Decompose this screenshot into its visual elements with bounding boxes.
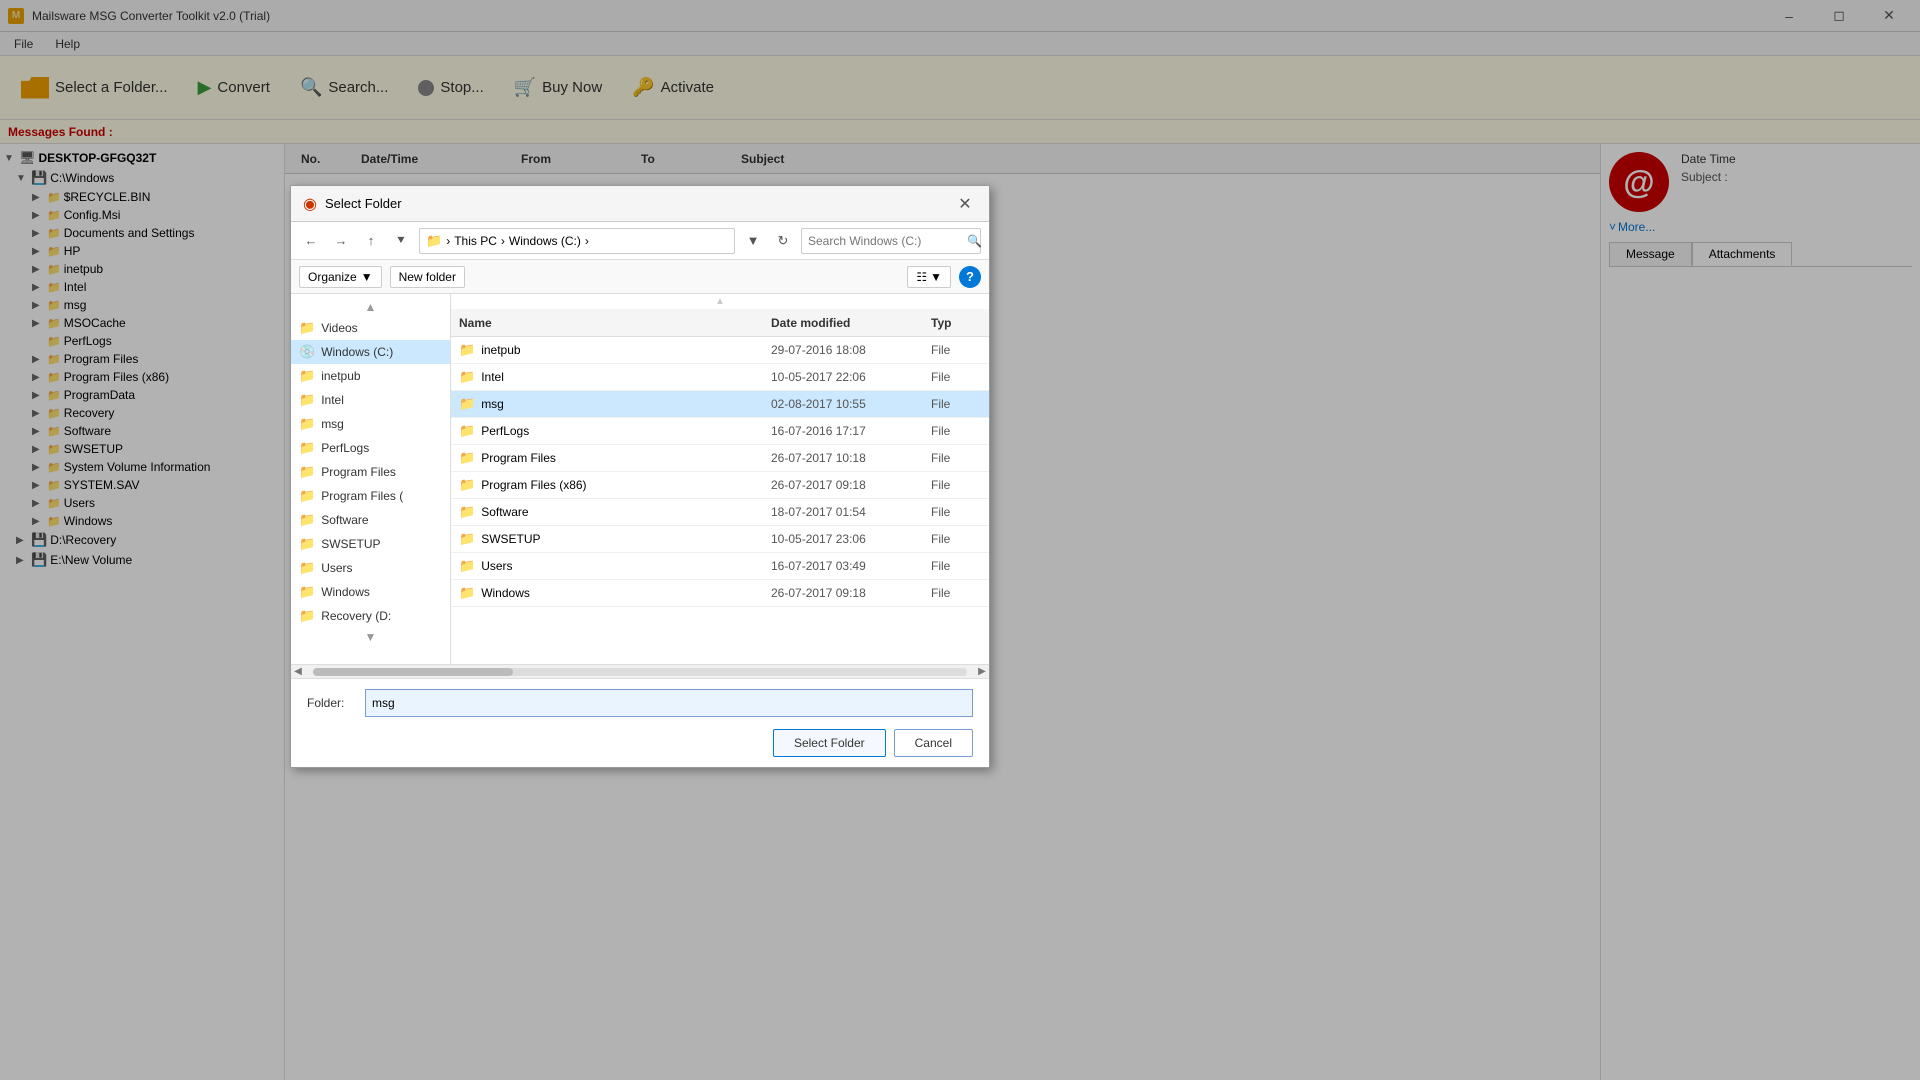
dnav-windowsc[interactable]: 💿 Windows (C:): [291, 340, 450, 364]
folder-icon: 📁: [459, 450, 475, 466]
search-icon: 🔍: [967, 234, 982, 248]
grid-icon: ☷: [916, 270, 927, 284]
folder-label: Folder:: [307, 696, 355, 710]
file-row[interactable]: 📁 Users 16-07-2017 03:49 File: [451, 553, 989, 580]
view-button[interactable]: ☷ ▼: [907, 266, 951, 288]
folder-icon: 📁: [459, 396, 475, 412]
dialog-search-bar: 🔍: [801, 228, 981, 254]
scrollbar-track: [313, 668, 967, 676]
dnav-swsetup[interactable]: 📁 SWSETUP: [291, 532, 450, 556]
file-row-msg[interactable]: 📁 msg 02-08-2017 10:55 File: [451, 391, 989, 418]
dnav-recovery-d[interactable]: 📁 Recovery (D:: [291, 604, 450, 628]
folder-icon: 📁: [459, 531, 475, 547]
folder-input-row: Folder:: [307, 689, 973, 717]
folder-icon: 📁: [299, 464, 315, 480]
file-list-header: Name Date modified Typ: [451, 309, 989, 337]
dialog-footer: Folder: Select Folder Cancel: [291, 678, 989, 767]
folder-icon: 📁: [299, 512, 315, 528]
folder-icon: 📁: [299, 584, 315, 600]
file-row[interactable]: 📁 Program Files 26-07-2017 10:18 File: [451, 445, 989, 472]
folder-icon: 📁: [459, 342, 475, 358]
folder-tree-icon: 📁: [426, 233, 442, 249]
chevron-down-icon: ▼: [930, 270, 942, 284]
dnav-programfiles-x86[interactable]: 📁 Program Files (: [291, 484, 450, 508]
folder-icon: 📁: [459, 558, 475, 574]
scroll-down-indicator: ▼: [291, 628, 450, 646]
file-list-scroll-up: ▲: [451, 294, 989, 309]
bc-this-pc: ›: [446, 234, 450, 248]
folder-icon: 📁: [459, 504, 475, 520]
file-row[interactable]: 📁 Windows 26-07-2017 09:18 File: [451, 580, 989, 607]
folder-icon: 📁: [299, 488, 315, 504]
dnav-users[interactable]: 📁 Users: [291, 556, 450, 580]
file-list: ▲ Name Date modified Typ 📁 inetpub 29-07…: [451, 294, 989, 664]
cancel-button[interactable]: Cancel: [894, 729, 973, 757]
folder-icon: 📁: [459, 585, 475, 601]
file-row[interactable]: 📁 PerfLogs 16-07-2016 17:17 File: [451, 418, 989, 445]
folder-icon: 📁: [299, 560, 315, 576]
scroll-up-indicator: ▲: [291, 298, 450, 316]
bc-sep-2: ›: [585, 234, 589, 248]
folder-icon: 📁: [459, 477, 475, 493]
dialog-logo-icon: ◉: [303, 194, 317, 214]
nav-back-button[interactable]: ←: [299, 229, 323, 253]
col-date: Date modified: [771, 316, 931, 330]
scroll-left-arrow[interactable]: ◀: [291, 666, 305, 677]
dialog-search-input[interactable]: [808, 234, 963, 248]
folder-icon: 📁: [459, 369, 475, 385]
col-name: Name: [459, 316, 771, 330]
dnav-msg[interactable]: 📁 msg: [291, 412, 450, 436]
folder-icon: 📁: [299, 536, 315, 552]
dnav-software[interactable]: 📁 Software: [291, 508, 450, 532]
drive-icon: 💿: [299, 344, 315, 360]
file-row[interactable]: 📁 inetpub 29-07-2016 18:08 File: [451, 337, 989, 364]
scrollbar-thumb[interactable]: [313, 668, 513, 676]
dialog-button-row: Select Folder Cancel: [307, 729, 973, 757]
col-type: Typ: [931, 316, 981, 330]
file-row[interactable]: 📁 Software 18-07-2017 01:54 File: [451, 499, 989, 526]
bc-sep-1: ›: [501, 234, 505, 248]
dnav-programfiles[interactable]: 📁 Program Files: [291, 460, 450, 484]
chevron-down-icon: ▼: [361, 270, 373, 284]
folder-icon: 📁: [299, 440, 315, 456]
nav-up-button[interactable]: ↑: [359, 229, 383, 253]
nav-recent-button[interactable]: ⯆: [389, 229, 413, 253]
dnav-perflogs[interactable]: 📁 PerfLogs: [291, 436, 450, 460]
folder-icon: 📁: [299, 368, 315, 384]
scroll-right-arrow[interactable]: ▶: [975, 666, 989, 677]
new-folder-button[interactable]: New folder: [390, 266, 465, 288]
dialog-title: ◉ Select Folder: [303, 194, 402, 214]
bc-dropdown-button[interactable]: ▼: [741, 229, 765, 253]
dnav-inetpub[interactable]: 📁 inetpub: [291, 364, 450, 388]
dialog-nav: ▲ 📁 Videos 💿 Windows (C:) 📁 inetpub 📁 In…: [291, 294, 451, 664]
folder-icon: 📁: [459, 423, 475, 439]
folder-icon: 📁: [299, 392, 315, 408]
nav-forward-button[interactable]: →: [329, 229, 353, 253]
dnav-videos[interactable]: 📁 Videos: [291, 316, 450, 340]
dialog-body: ▲ 📁 Videos 💿 Windows (C:) 📁 inetpub 📁 In…: [291, 294, 989, 664]
folder-icon: 📁: [299, 320, 315, 336]
breadcrumb: 📁 › This PC › Windows (C:) ›: [419, 228, 735, 254]
folder-input[interactable]: [365, 689, 973, 717]
dialog-titlebar: ◉ Select Folder ✕: [291, 186, 989, 222]
help-button[interactable]: ?: [959, 266, 981, 288]
refresh-button[interactable]: ↻: [771, 229, 795, 253]
dnav-intel[interactable]: 📁 Intel: [291, 388, 450, 412]
folder-icon: 📁: [299, 608, 315, 624]
dialog-toolbar: Organize ▼ New folder ☷ ▼ ?: [291, 260, 989, 294]
file-row[interactable]: 📁 Intel 10-05-2017 22:06 File: [451, 364, 989, 391]
dnav-windows[interactable]: 📁 Windows: [291, 580, 450, 604]
select-folder-button[interactable]: Select Folder: [773, 729, 886, 757]
file-row[interactable]: 📁 Program Files (x86) 26-07-2017 09:18 F…: [451, 472, 989, 499]
dialog-close-button[interactable]: ✕: [953, 192, 977, 216]
dialog-address-bar: ← → ↑ ⯆ 📁 › This PC › Windows (C:) › ▼ ↻…: [291, 222, 989, 260]
file-row[interactable]: 📁 SWSETUP 10-05-2017 23:06 File: [451, 526, 989, 553]
folder-icon: 📁: [299, 416, 315, 432]
horizontal-scrollbar[interactable]: ◀ ▶: [291, 664, 989, 678]
organize-button[interactable]: Organize ▼: [299, 266, 382, 288]
select-folder-dialog: ◉ Select Folder ✕ ← → ↑ ⯆ 📁 › This PC › …: [290, 185, 990, 768]
